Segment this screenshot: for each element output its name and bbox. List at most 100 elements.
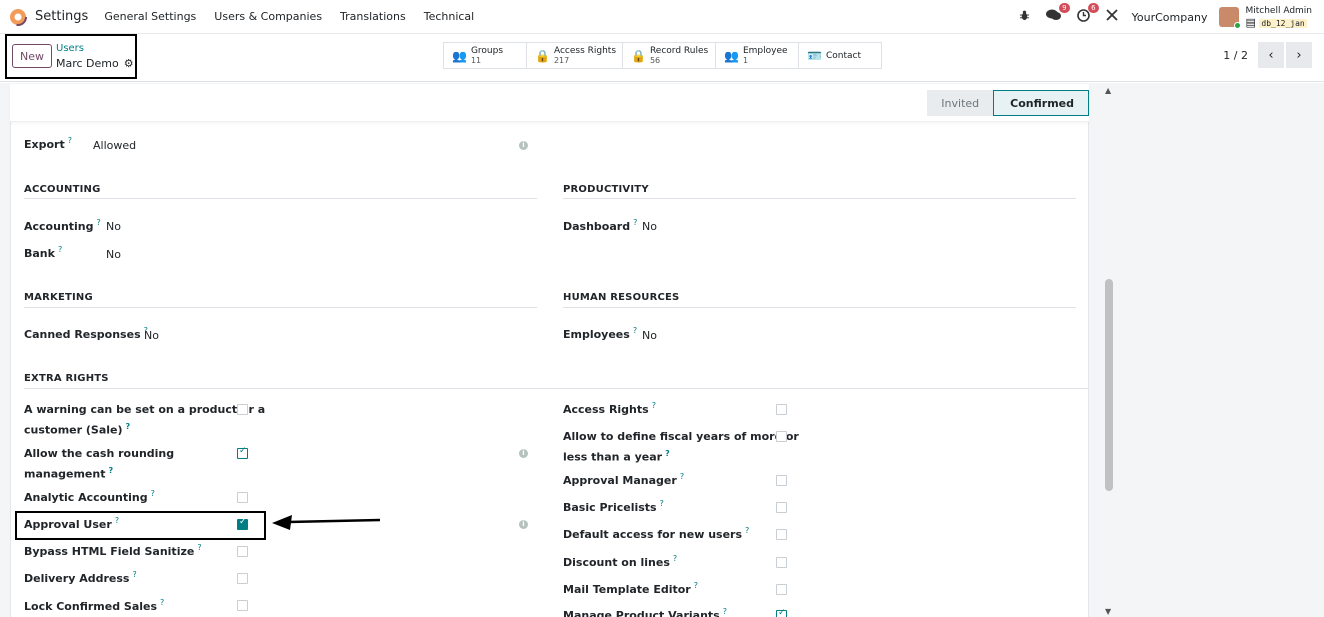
- help-icon[interactable]: ?: [633, 218, 637, 227]
- help-icon[interactable]: ?: [68, 136, 72, 145]
- right-warning-product-customer: A warning can be set on a product or a c…: [24, 401, 265, 439]
- lock-icon: 🔒: [631, 48, 646, 63]
- access-rights-stat-button[interactable]: 🔒 Access Rights 217: [527, 43, 623, 68]
- section-human-resources-title: HUMAN RESOURCES: [563, 292, 680, 303]
- checkbox-delivery-address[interactable]: [237, 573, 248, 584]
- chevron-right-icon: ›: [1296, 47, 1302, 63]
- right-label: A warning can be set on a product or a: [24, 403, 266, 416]
- checkbox-basic-pricelists[interactable]: [776, 502, 787, 513]
- top-navbar: Settings General Settings Users & Compan…: [0, 0, 1324, 34]
- info-icon[interactable]: i: [519, 141, 528, 150]
- help-icon[interactable]: ?: [97, 218, 101, 227]
- help-icon[interactable]: ?: [723, 607, 727, 616]
- status-invited[interactable]: Invited: [927, 90, 994, 116]
- dashboard-value[interactable]: No: [642, 220, 657, 233]
- user-menu[interactable]: Mitchell Admin ▤ db_12_jan: [1245, 6, 1312, 29]
- checkbox-discount-on-lines[interactable]: [776, 557, 787, 568]
- bug-icon[interactable]: [1019, 10, 1030, 25]
- help-icon[interactable]: ?: [132, 570, 136, 579]
- info-icon[interactable]: i: [519, 449, 528, 458]
- chevron-left-icon: ‹: [1268, 47, 1274, 63]
- menu-technical[interactable]: Technical: [424, 10, 475, 23]
- accounting-label: Accounting: [24, 220, 94, 233]
- checkbox-lock-confirmed-sales[interactable]: [237, 600, 248, 611]
- tools-icon[interactable]: [1106, 9, 1118, 25]
- users-icon: 👥: [452, 48, 467, 63]
- new-button[interactable]: New: [12, 44, 52, 68]
- pager-previous-button[interactable]: ‹: [1258, 42, 1284, 68]
- help-icon[interactable]: ?: [197, 543, 201, 552]
- checkbox-default-access-new-users[interactable]: [776, 529, 787, 540]
- status-confirmed[interactable]: Confirmed: [993, 90, 1089, 116]
- groups-stat-button[interactable]: 👥 Groups 11: [444, 43, 527, 68]
- chat-icon[interactable]: 9: [1045, 3, 1070, 25]
- activity-clock-icon[interactable]: 6: [1076, 2, 1099, 26]
- employee-stat-button[interactable]: 👥 Employee 1: [716, 43, 799, 68]
- help-icon[interactable]: ?: [126, 422, 131, 431]
- scroll-down-icon[interactable]: ▼: [1105, 607, 1111, 616]
- right-label: Default access for new users: [563, 528, 743, 541]
- export-value[interactable]: Allowed: [93, 139, 136, 152]
- scroll-thumb[interactable]: [1105, 279, 1113, 491]
- odoo-logo-icon[interactable]: [9, 7, 27, 26]
- checkbox-manage-product-variants[interactable]: [776, 608, 787, 617]
- employees-label: Employees: [563, 328, 630, 341]
- gear-icon[interactable]: ⚙: [124, 57, 134, 70]
- help-icon[interactable]: ?: [160, 598, 164, 607]
- dashboard-label: Dashboard: [563, 220, 631, 233]
- arrow-pointer-icon: [272, 515, 381, 530]
- help-icon[interactable]: ?: [151, 489, 155, 498]
- help-icon[interactable]: ?: [680, 472, 684, 481]
- contact-stat-button[interactable]: 🪪 Contact: [799, 43, 881, 68]
- help-icon[interactable]: ?: [58, 245, 62, 254]
- stat-label: Record Rules: [649, 45, 709, 56]
- checkbox-access-rights[interactable]: [776, 404, 787, 415]
- checkbox-mail-template-editor[interactable]: [776, 584, 787, 595]
- bank-label: Bank: [24, 247, 55, 260]
- checkbox-analytic-accounting[interactable]: [237, 492, 248, 503]
- checkbox-cash-rounding[interactable]: [237, 446, 248, 459]
- checkbox-fiscal-years[interactable]: [776, 431, 787, 442]
- checkbox-bypass-html-sanitize[interactable]: [237, 546, 248, 557]
- help-icon[interactable]: ?: [665, 449, 670, 458]
- pager-next-button[interactable]: ›: [1286, 42, 1312, 68]
- right-discount-on-lines: Discount on lines?: [563, 554, 677, 571]
- help-icon[interactable]: ?: [745, 526, 749, 535]
- checkbox-approval-manager[interactable]: [776, 475, 787, 486]
- online-status-dot: [1234, 22, 1242, 29]
- app-title[interactable]: Settings: [35, 9, 88, 24]
- record-rules-stat-button[interactable]: 🔒 Record Rules 56: [623, 43, 716, 68]
- vertical-scrollbar[interactable]: ▲ ▼: [1102, 86, 1116, 616]
- menu-users-companies[interactable]: Users & Companies: [214, 10, 322, 23]
- highlight-box-breadcrumb: New Users Marc Demo ⚙: [5, 34, 137, 79]
- company-switcher[interactable]: YourCompany: [1132, 11, 1208, 24]
- right-label: Bypass HTML Field Sanitize: [24, 545, 195, 558]
- control-panel: New Users Marc Demo ⚙ 👥 Groups 11 🔒 Acces…: [0, 34, 1324, 82]
- breadcrumb-users[interactable]: Users: [56, 43, 84, 54]
- help-icon[interactable]: ?: [652, 401, 656, 410]
- right-analytic-accounting: Analytic Accounting?: [24, 489, 155, 506]
- section-divider: [24, 307, 537, 308]
- right-label-line2: management: [24, 467, 106, 481]
- help-icon[interactable]: ?: [673, 554, 677, 563]
- help-icon[interactable]: ?: [694, 581, 698, 590]
- help-icon[interactable]: ?: [633, 326, 637, 335]
- pager-value[interactable]: 1 / 2: [1223, 49, 1248, 62]
- right-label: Delivery Address: [24, 572, 130, 585]
- db-name: db_12_jan: [1259, 18, 1307, 28]
- section-marketing-title: MARKETING: [24, 292, 93, 303]
- employees-value[interactable]: No: [642, 329, 657, 342]
- info-icon[interactable]: i: [519, 520, 528, 529]
- canned-responses-value[interactable]: No: [144, 329, 159, 342]
- accounting-value[interactable]: No: [106, 220, 121, 233]
- bank-value[interactable]: No: [106, 248, 121, 261]
- stat-value: 11: [470, 55, 482, 65]
- menu-general-settings[interactable]: General Settings: [104, 10, 196, 23]
- export-field: Export?: [24, 136, 72, 153]
- help-icon[interactable]: ?: [109, 466, 114, 475]
- help-icon[interactable]: ?: [660, 499, 664, 508]
- menu-translations[interactable]: Translations: [340, 10, 406, 23]
- scroll-up-icon[interactable]: ▲: [1105, 86, 1111, 95]
- user-avatar[interactable]: [1219, 7, 1242, 29]
- checkbox-warning-product-customer[interactable]: [237, 404, 248, 415]
